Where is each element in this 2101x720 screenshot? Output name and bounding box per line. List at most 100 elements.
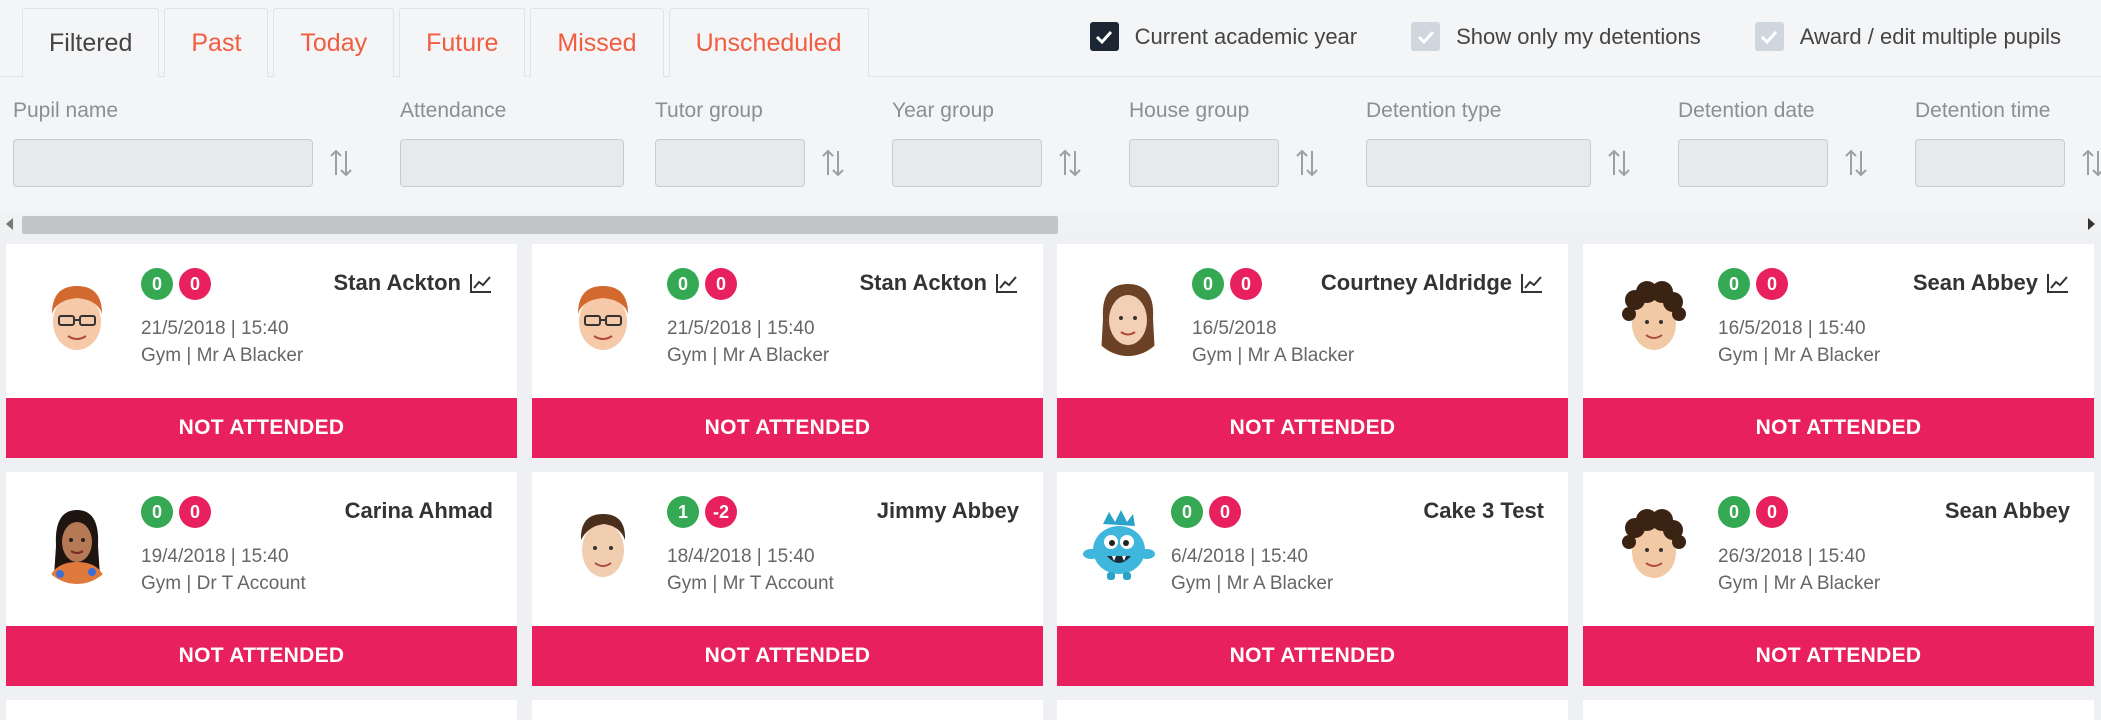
detention-card[interactable]: 0 0 Stan Ackton 21/5/2018 | 15:40 Gym | … [532, 244, 1043, 458]
detention-card[interactable] [1057, 700, 1568, 720]
scroll-left-icon[interactable] [6, 218, 13, 230]
attendance-status-button[interactable]: NOT ATTENDED [6, 626, 517, 686]
show-only-my-detentions-option[interactable]: Show only my detentions [1411, 22, 1701, 51]
negative-points-badge: 0 [1209, 496, 1241, 528]
trend-chart-icon[interactable] [2046, 272, 2070, 294]
detention-place: Gym | Mr A Blacker [1171, 573, 1334, 594]
scrollbar-thumb[interactable] [22, 216, 1058, 234]
positive-points-badge: 1 [667, 496, 699, 528]
points-badges: 0 0 [1718, 496, 1788, 528]
detention-card[interactable]: 0 0 Sean Abbey 16/5/2018 | 15:40 Gym | M… [1583, 244, 2094, 458]
filter-label: Detention date [1678, 99, 1815, 122]
current-academic-year-option[interactable]: Current academic year [1089, 22, 1357, 51]
pupil-name[interactable]: Courtney Aldridge [1321, 270, 1544, 296]
tab-past[interactable]: Past [164, 8, 269, 77]
tutor-group-input[interactable] [655, 139, 805, 187]
positive-points-badge: 0 [1171, 496, 1203, 528]
detention-card[interactable]: 0 0 Stan Ackton 21/5/2018 | 15:40 Gym | … [6, 244, 517, 458]
pupil-name-text: Sean Abbey [1944, 498, 2070, 523]
positive-points-badge: 0 [1192, 268, 1224, 300]
sort-icon[interactable] [1295, 146, 1319, 180]
sort-icon[interactable] [1058, 146, 1082, 180]
avatar [1615, 278, 1693, 356]
pupil-name-text: Cake 3 Test [1423, 498, 1544, 523]
avatar [564, 506, 642, 584]
filter-row: Pupil name Attendance Tutor group Year g… [0, 77, 2101, 213]
detention-type-input[interactable] [1366, 139, 1591, 187]
sort-icon[interactable] [821, 146, 845, 180]
detention-card[interactable]: 0 0 Courtney Aldridge 16/5/2018 Gym | Mr… [1057, 244, 1568, 458]
detention-card[interactable] [6, 700, 517, 720]
year-group-input[interactable] [892, 139, 1042, 187]
show-only-my-detentions-label: Show only my detentions [1456, 23, 1701, 49]
horizontal-scrollbar[interactable] [0, 213, 2101, 235]
filter-label: Tutor group [655, 99, 763, 122]
attendance-status-button[interactable]: NOT ATTENDED [1583, 398, 2094, 458]
detention-place: Gym | Mr T Account [667, 573, 834, 594]
pupil-name[interactable]: Sean Abbey [1913, 270, 2070, 296]
attendance-status-button[interactable]: NOT ATTENDED [532, 398, 1043, 458]
trend-chart-icon[interactable] [995, 272, 1019, 294]
detention-time-input[interactable] [1915, 139, 2065, 187]
sort-icon[interactable] [329, 146, 353, 180]
checkmark-icon [1417, 30, 1434, 44]
attendance-status-button[interactable]: NOT ATTENDED [6, 398, 517, 458]
negative-points-badge: 0 [1230, 268, 1262, 300]
detention-date-input[interactable] [1678, 139, 1828, 187]
filter-label: Detention time [1915, 99, 2051, 122]
tab-today[interactable]: Today [273, 8, 395, 77]
detention-tabs: Filtered Past Today Future Missed Unsche… [22, 8, 874, 77]
positive-points-badge: 0 [1718, 268, 1750, 300]
pupil-name[interactable]: Sean Abbey [1945, 498, 2070, 524]
detention-place: Gym | Mr A Blacker [141, 345, 304, 366]
pupil-name-text: Carina Ahmad [344, 498, 493, 523]
filter-year-group: Year group [892, 99, 1081, 187]
attendance-status-button[interactable]: NOT ATTENDED [532, 626, 1043, 686]
pupil-name[interactable]: Carina Ahmad [345, 498, 493, 524]
sort-icon[interactable] [2081, 146, 2101, 180]
detention-date: 21/5/2018 | 15:40 [141, 318, 289, 339]
tab-unscheduled[interactable]: Unscheduled [668, 8, 869, 77]
detention-card[interactable]: 1 -2 Jimmy Abbey 18/4/2018 | 15:40 Gym |… [532, 472, 1043, 686]
pupil-name[interactable]: Cake 3 Test [1423, 498, 1544, 524]
attendance-status-button[interactable]: NOT ATTENDED [1057, 398, 1568, 458]
tab-filtered[interactable]: Filtered [22, 8, 160, 77]
trend-chart-icon[interactable] [1520, 272, 1544, 294]
attendance-status-button[interactable]: NOT ATTENDED [1057, 626, 1568, 686]
sort-icon[interactable] [1607, 146, 1631, 180]
award-edit-multiple-option[interactable]: Award / edit multiple pupils [1754, 22, 2061, 51]
points-badges: 1 -2 [667, 496, 737, 528]
detention-date: 26/3/2018 | 15:40 [1718, 546, 1866, 567]
attendance-input[interactable] [400, 139, 624, 187]
detention-card[interactable] [532, 700, 1043, 720]
avatar [1615, 506, 1693, 584]
attendance-status-button[interactable]: NOT ATTENDED [1583, 626, 2094, 686]
filter-detention-date: Detention date [1678, 99, 1867, 187]
sort-icon[interactable] [1844, 146, 1868, 180]
pupil-name[interactable]: Stan Ackton [859, 270, 1019, 296]
filter-detention-time: Detention time [1915, 99, 2101, 187]
pupil-name[interactable]: Jimmy Abbey [877, 498, 1019, 524]
detention-card[interactable]: 0 0 Carina Ahmad 19/4/2018 | 15:40 Gym |… [6, 472, 517, 686]
detention-place: Gym | Mr A Blacker [1192, 345, 1355, 366]
tab-future[interactable]: Future [399, 8, 526, 77]
house-group-input[interactable] [1129, 139, 1279, 187]
pupil-name[interactable]: Stan Ackton [333, 270, 493, 296]
detention-card[interactable] [1583, 700, 2094, 720]
current-academic-year-checkbox[interactable] [1089, 22, 1119, 51]
filter-house-group: House group [1129, 99, 1318, 187]
pupil-name-input[interactable] [13, 139, 313, 187]
detention-card[interactable]: 0 0 Cake 3 Test 6/4/2018 | 15:40 Gym | M… [1057, 472, 1568, 686]
show-only-my-detentions-checkbox[interactable] [1411, 22, 1441, 51]
pupil-name-text: Courtney Aldridge [1320, 270, 1512, 295]
award-edit-multiple-checkbox[interactable] [1754, 22, 1784, 51]
tab-missed[interactable]: Missed [530, 8, 664, 77]
filter-label: Year group [892, 99, 994, 122]
points-badges: 0 0 [1192, 268, 1262, 300]
detention-card[interactable]: 0 0 Sean Abbey 26/3/2018 | 15:40 Gym | M… [1583, 472, 2094, 686]
filter-label: Attendance [400, 99, 507, 122]
trend-chart-icon[interactable] [469, 272, 493, 294]
positive-points-badge: 0 [1718, 496, 1750, 528]
negative-points-badge: 0 [179, 268, 211, 300]
scroll-right-icon[interactable] [2088, 218, 2095, 230]
